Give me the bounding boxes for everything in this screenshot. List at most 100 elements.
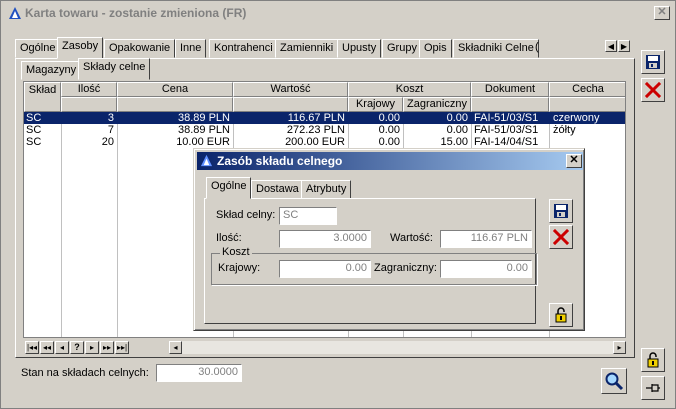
dialog-cancel-button[interactable] — [549, 225, 573, 249]
cell-cena: 38.89 PLN — [178, 112, 230, 124]
header-krajowy[interactable]: Krajowy — [348, 97, 403, 112]
title-bar: Karta towaru - zostanie zmieniona (FR) ✕ — [3, 3, 673, 23]
pin-icon — [646, 384, 660, 392]
close-button[interactable]: ✕ — [654, 6, 670, 20]
wartosc-label: Wartość: — [390, 232, 433, 244]
dialog-unlock-button[interactable] — [549, 303, 573, 327]
header-cecha-sub — [549, 97, 625, 112]
krajowy-label: Krajowy: — [218, 262, 261, 274]
header-wartosc[interactable]: Wartość — [233, 82, 348, 97]
dialog-save-button[interactable] — [549, 199, 573, 223]
pin-button[interactable] — [641, 376, 665, 400]
header-koszt[interactable]: Koszt — [348, 82, 471, 97]
tab-opakowanie[interactable]: Opakowanie — [104, 39, 176, 58]
ilosc-field: 3.0000 — [279, 230, 371, 248]
cell-ilosc: 7 — [107, 124, 114, 136]
header-ilosc-sub — [61, 97, 117, 112]
header-dokument-sub — [471, 97, 549, 112]
save-icon — [646, 55, 660, 69]
cell-zagraniczny: 15.00 — [440, 136, 468, 148]
unlock-button[interactable] — [641, 348, 665, 372]
dialog-title-bar: Zasób składu celnego ✕ — [197, 152, 583, 170]
header-sklad[interactable]: Skład — [24, 82, 61, 112]
save-icon — [554, 204, 568, 218]
prev-page-button[interactable]: ◂◂ — [40, 341, 54, 354]
dialog-tab-ogolne[interactable]: Ogólne — [206, 177, 252, 199]
cancel-button[interactable] — [641, 78, 665, 102]
cell-sklad: SC — [26, 124, 42, 136]
padlock-icon — [647, 352, 659, 368]
cell-cecha: żółty — [553, 124, 576, 136]
zagraniczny-field: 0.00 — [440, 260, 532, 278]
horizontal-scrollbar[interactable]: ◂ ▸ — [169, 341, 626, 354]
help-button[interactable]: ? — [70, 341, 84, 354]
cell-krajowy: 0.00 — [378, 124, 400, 136]
header-cecha[interactable]: Cecha — [549, 82, 625, 97]
tab-skladniki-celne[interactable]: Składniki Celne — [453, 39, 539, 58]
app-icon — [200, 154, 213, 167]
arrow-right-icon: ▶ — [620, 41, 628, 51]
cancel-icon — [645, 82, 661, 98]
cell-sklad: SC — [26, 112, 42, 124]
tabs-scroll-left-button[interactable]: ◀ — [605, 40, 617, 52]
next-record-button[interactable]: ▸ — [85, 341, 99, 354]
padlock-icon — [555, 307, 567, 323]
tab-inne[interactable]: Inne — [175, 39, 207, 58]
tab-zasoby[interactable]: Zasoby — [57, 37, 104, 59]
tab-opis[interactable]: Opis — [419, 39, 452, 58]
scroll-left-button[interactable]: ◂ — [169, 341, 182, 354]
magnifier-icon — [605, 372, 624, 391]
zagraniczny-label: Zagraniczny: — [374, 262, 437, 274]
prev-record-button[interactable]: ◂ — [55, 341, 69, 354]
header-zagraniczny[interactable]: Zagraniczny — [403, 97, 471, 112]
cell-cena: 10.00 EUR — [176, 136, 230, 148]
header-cena[interactable]: Cena — [117, 82, 233, 97]
header-wartosc-sub — [233, 97, 348, 112]
cell-krajowy: 0.00 — [378, 112, 400, 124]
table-row[interactable]: SC 20 10.00 EUR 200.00 EUR 0.00 15.00 FA… — [24, 136, 625, 148]
table-row[interactable]: SC 3 38.89 PLN 116.67 PLN 0.00 0.00 FAI-… — [24, 112, 625, 124]
first-record-button[interactable]: |◂◂ — [25, 341, 39, 354]
tab-upusty[interactable]: Upusty — [337, 39, 382, 58]
cell-sklad: SC — [26, 136, 42, 148]
cell-zagraniczny: 0.00 — [446, 112, 468, 124]
ilosc-label: Ilość: — [216, 232, 242, 244]
table-row[interactable]: SC 7 38.89 PLN 272.23 PLN 0.00 0.00 FAI-… — [24, 124, 625, 136]
header-ilosc[interactable]: Ilość — [61, 82, 117, 97]
header-cena-sub — [117, 97, 233, 112]
arrow-left-icon: ◀ — [607, 41, 615, 51]
next-page-button[interactable]: ▸▸ — [100, 341, 114, 354]
tab-zamienniki[interactable]: Zamienniki — [275, 39, 339, 58]
stan-field: 30.0000 — [156, 364, 242, 382]
subtab-magazyny[interactable]: Magazyny — [21, 61, 82, 80]
sklad-celny-label: Skład celny: — [216, 209, 276, 221]
sklad-celny-field: SC — [279, 207, 337, 225]
window-title: Karta towaru - zostanie zmieniona (FR) — [25, 6, 247, 20]
tab-ogolne[interactable]: Ogólne — [15, 39, 61, 58]
cell-krajowy: 0.00 — [378, 136, 400, 148]
cell-zagraniczny: 0.00 — [446, 124, 468, 136]
cell-cena: 38.89 PLN — [178, 124, 230, 136]
tab-kontrahenci[interactable]: Kontrahenci — [209, 39, 278, 58]
scroll-right-button[interactable]: ▸ — [613, 341, 626, 354]
zasob-dialog: Zasób składu celnego ✕ Ogólne Dostawa At… — [193, 148, 585, 331]
tab-overflow: ( — [535, 41, 539, 53]
cell-ilosc: 20 — [101, 136, 114, 148]
tab-grupy[interactable]: Grupy — [382, 39, 422, 58]
cell-dokument: FAI-51/03/S1 — [474, 112, 539, 124]
cell-wartosc: 200.00 EUR — [285, 136, 345, 148]
dialog-tab-dostawa[interactable]: Dostawa — [251, 180, 304, 199]
grid-footer: |◂◂ ◂◂ ◂ ? ▸ ▸▸ ▸▸| ◂ ▸ — [23, 340, 626, 355]
cell-ilosc: 3 — [107, 112, 114, 124]
cell-dokument: FAI-14/04/S1 — [474, 136, 539, 148]
wartosc-field: 116.67 PLN — [440, 230, 532, 248]
dialog-tab-atrybuty[interactable]: Atrybuty — [301, 180, 352, 199]
subtab-sklady-celne[interactable]: Składy celne — [78, 58, 151, 80]
save-button[interactable] — [641, 50, 665, 74]
search-button[interactable] — [601, 368, 627, 394]
app-icon — [9, 7, 21, 19]
header-dokument[interactable]: Dokument — [471, 82, 549, 97]
last-record-button[interactable]: ▸▸| — [115, 341, 129, 354]
tabs-scroll-right-button[interactable]: ▶ — [618, 40, 630, 52]
dialog-close-button[interactable]: ✕ — [566, 154, 582, 168]
